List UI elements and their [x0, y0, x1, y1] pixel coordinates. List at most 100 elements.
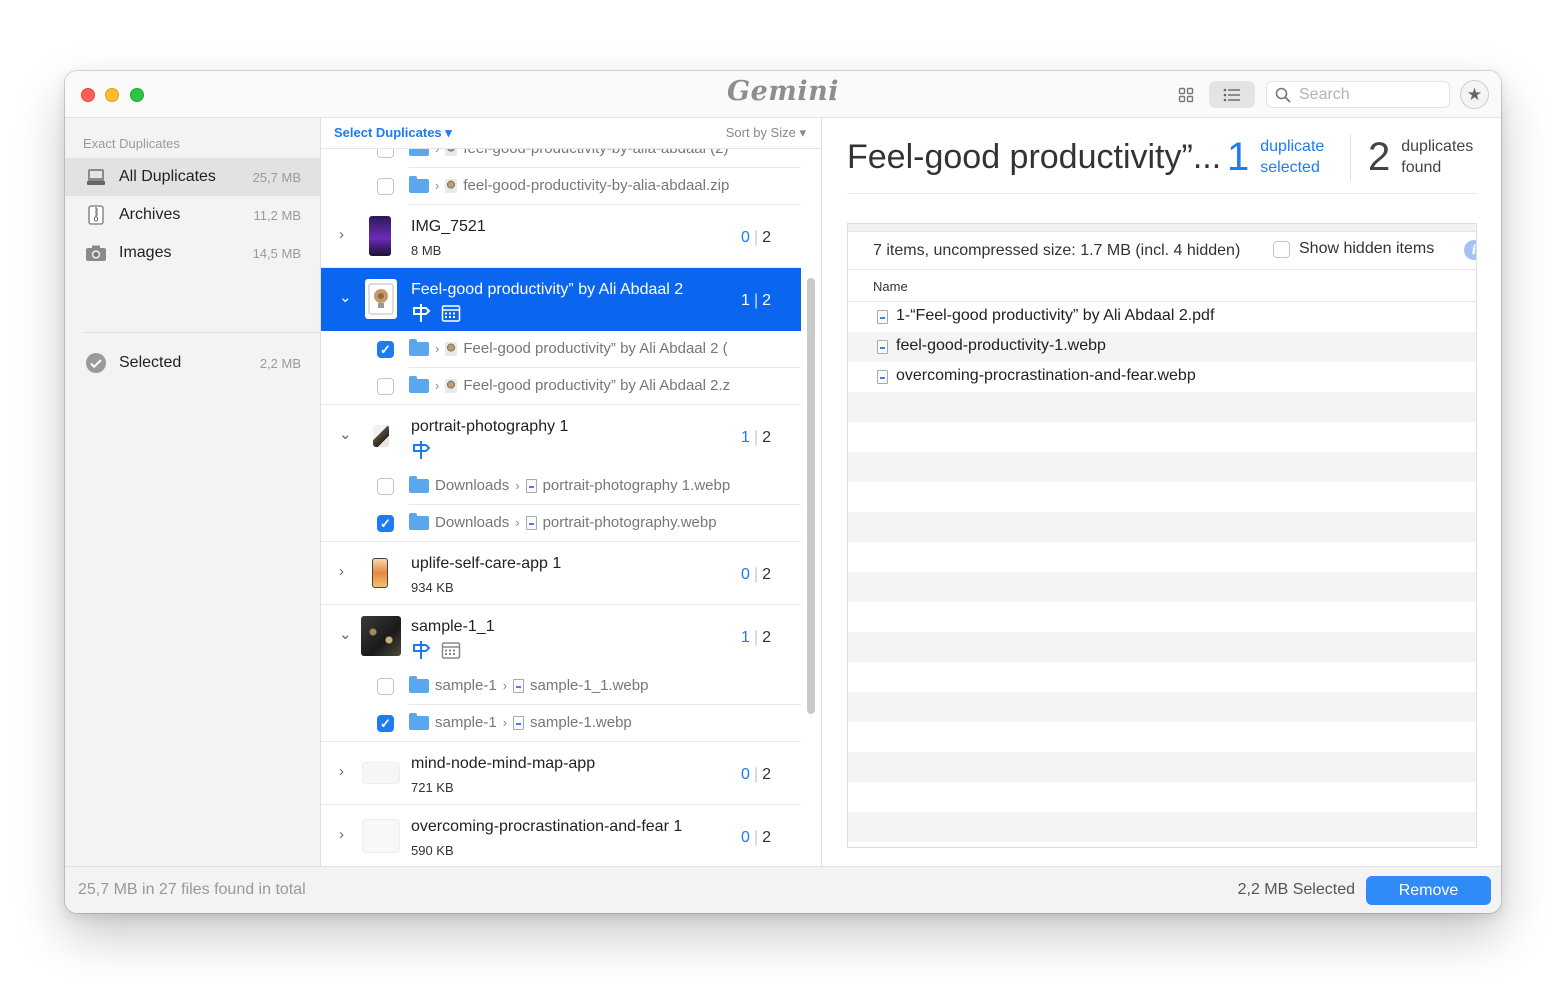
empty-row: [848, 482, 1476, 512]
chevron-right-icon[interactable]: ›: [339, 563, 344, 580]
chevron-right-icon: ›: [435, 149, 439, 156]
remove-button[interactable]: Remove: [1366, 876, 1491, 905]
sidebar-item-size: 2,2 MB: [259, 355, 301, 371]
thumbnail: [372, 558, 388, 588]
duplicate-group-row[interactable]: › overcoming-procrastination-and-fear 1 …: [321, 805, 801, 866]
empty-row: [848, 632, 1476, 662]
folder-icon: [409, 375, 429, 393]
show-hidden-checkbox[interactable]: [1273, 240, 1290, 258]
sidebar-item-images[interactable]: Images 14,5 MB: [65, 234, 320, 272]
contents-row[interactable]: 1-“Feel-good productivity” by Ali Abdaal…: [848, 302, 1476, 332]
file-name: portrait-photography.webp: [542, 514, 717, 531]
chevron-down-icon[interactable]: ⌄: [339, 425, 352, 443]
duplicate-file-row[interactable]: ✓ › Feel-good productivity” by Ali Abdaa…: [321, 331, 801, 368]
info-icon[interactable]: i: [1464, 240, 1476, 260]
file-name: feel-good-productivity-by-alia-abdaal.zi…: [463, 177, 730, 194]
check-circle-icon: [85, 353, 107, 373]
chevron-down-icon[interactable]: ⌄: [339, 288, 352, 306]
contents-row[interactable]: overcoming-procrastination-and-fear.webp: [848, 362, 1476, 392]
duplicates-list[interactable]: › feel-good-productivity-by-alia-abdaal …: [321, 149, 801, 866]
chevron-right-icon: ›: [435, 341, 440, 356]
chevron-right-icon[interactable]: ›: [339, 826, 344, 843]
file-icon: [877, 370, 888, 384]
sidebar-item-all-duplicates[interactable]: All Duplicates 25,7 MB: [65, 158, 320, 196]
chevron-right-icon[interactable]: ›: [339, 763, 344, 780]
duplicate-file-row[interactable]: Downloads › portrait-photography 1.webp: [321, 468, 801, 505]
detail-divider: [847, 193, 1477, 194]
duplicate-file-row[interactable]: › feel-good-productivity-by-alia-abdaal …: [321, 149, 801, 168]
checkbox[interactable]: [377, 149, 394, 158]
duplicate-group-row[interactable]: ⌄ sample-1_1 1 | 2: [321, 605, 801, 668]
sidebar-item-size: 25,7 MB: [252, 169, 301, 185]
search-field[interactable]: [1266, 81, 1450, 108]
sidebar: Exact Duplicates All Duplicates 25,7 MB …: [65, 118, 321, 866]
duplicate-file-row[interactable]: sample-1 › sample-1_1.webp: [321, 668, 801, 705]
thumbnail: [362, 762, 400, 784]
search-icon: [1275, 87, 1291, 103]
duplicate-group-row[interactable]: ⌄ portrait-photography 1 1 | 2: [321, 405, 801, 468]
file-name: sample-1_1.webp: [530, 677, 649, 694]
checkbox[interactable]: [377, 478, 394, 495]
checkbox-checked[interactable]: ✓: [377, 715, 394, 732]
chevron-right-icon: ›: [502, 678, 508, 693]
duplicates-found-stat: 2 duplicates found: [1368, 135, 1481, 179]
grid-icon: [1178, 87, 1194, 102]
duplicate-group-row[interactable]: › IMG_7521 8 MB 0 | 2: [321, 205, 801, 268]
favorites-button[interactable]: ★: [1460, 80, 1489, 109]
list-icon: [1223, 88, 1240, 101]
checkbox[interactable]: [377, 378, 394, 395]
file-name: feel-good-productivity-by-alia-abdaal (2…: [463, 149, 728, 157]
grid-view-button[interactable]: [1170, 81, 1202, 108]
app-window: Gemini ★ Exact Duplicates All Duplicates…: [65, 71, 1501, 913]
column-name[interactable]: Name: [873, 279, 908, 294]
duplicate-file-row[interactable]: ✓ sample-1 › sample-1.webp: [321, 705, 801, 742]
found-label: duplicates found: [1401, 138, 1474, 176]
duplicate-group-row[interactable]: › mind-node-mind-map-app 721 KB 0 | 2: [321, 742, 801, 805]
checkbox[interactable]: [377, 178, 394, 195]
chevron-down-icon[interactable]: ⌄: [339, 625, 352, 643]
selection-count: 0 | 2: [741, 766, 771, 783]
chevron-right-icon[interactable]: ›: [339, 226, 344, 243]
zip-file-icon: [445, 341, 458, 356]
empty-row: [848, 392, 1476, 422]
search-input[interactable]: [1299, 85, 1439, 104]
duplicate-group-row[interactable]: › uplife-self-care-app 1 934 KB 0 | 2: [321, 542, 801, 605]
status-bar: 25,7 MB in 27 files found in total 2,2 M…: [65, 866, 1501, 913]
list-scrollbar[interactable]: [807, 278, 815, 714]
duplicate-group-row-selected[interactable]: ⌄ Feel-good productivity” by Ali Abdaal …: [321, 268, 801, 331]
checkbox-checked[interactable]: ✓: [377, 341, 394, 358]
empty-row: [848, 452, 1476, 482]
checkbox-checked[interactable]: ✓: [377, 515, 394, 532]
duplicate-file-row[interactable]: › feel-good-productivity-by-alia-abdaal.…: [321, 168, 801, 205]
folder-icon: [409, 512, 429, 530]
show-hidden-label: Show hidden items: [1299, 240, 1435, 257]
list-view-button[interactable]: [1209, 81, 1255, 108]
sidebar-divider: [83, 332, 320, 333]
selected-count: 1: [1227, 135, 1250, 179]
group-size: 8 MB: [411, 243, 442, 258]
checkbox[interactable]: [377, 678, 394, 695]
sidebar-item-selected[interactable]: Selected 2,2 MB: [65, 344, 320, 382]
duplicate-file-row[interactable]: › Feel-good productivity” by Ali Abdaal …: [321, 368, 801, 405]
duplicate-file-row[interactable]: ✓ Downloads › portrait-photography.webp: [321, 505, 801, 542]
select-duplicates-menu[interactable]: Select Duplicates ▾: [334, 125, 452, 141]
contents-file-name: overcoming-procrastination-and-fear.webp: [896, 367, 1196, 384]
sort-by-menu[interactable]: Sort by Size ▾: [726, 125, 806, 141]
file-icon: [877, 340, 888, 354]
file-path: › feel-good-productivity-by-alia-abdaal.…: [409, 175, 730, 194]
thumbnail: [369, 216, 391, 256]
selected-size-text: 2,2 MB Selected: [1237, 881, 1355, 898]
file-icon: [513, 678, 525, 693]
zip-file-icon: [445, 149, 458, 156]
thumbnail: [362, 819, 400, 853]
found-count: 2: [1368, 135, 1391, 179]
contents-table-header: Name: [848, 269, 1476, 302]
sidebar-item-label: Archives: [119, 206, 181, 223]
sidebar-item-label: Selected: [119, 354, 182, 371]
folder-name: Downloads: [435, 514, 510, 531]
contents-row[interactable]: feel-good-productivity-1.webp: [848, 332, 1476, 362]
show-hidden-items-toggle[interactable]: Show hidden items: [1273, 240, 1434, 258]
empty-row: [848, 692, 1476, 722]
sidebar-item-archives[interactable]: Archives 11,2 MB: [65, 196, 320, 234]
file-name: Feel-good productivity” by Ali Abdaal 2.…: [463, 377, 731, 394]
